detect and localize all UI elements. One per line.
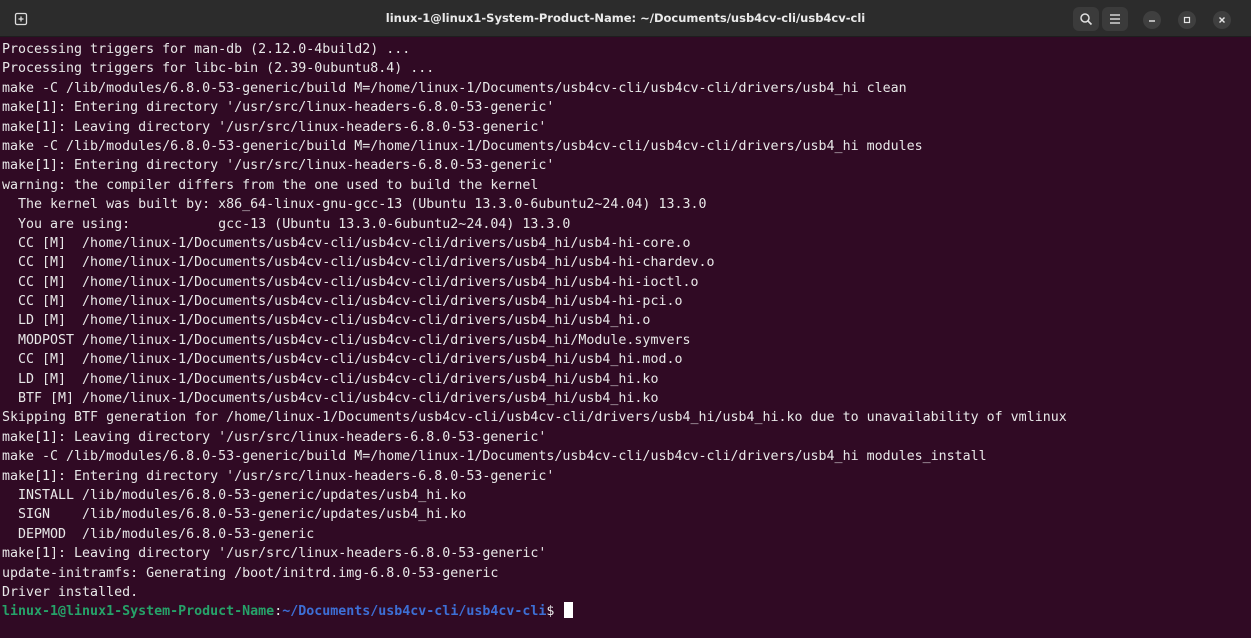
output-line: make[1]: Entering directory '/usr/src/li… [2,158,555,174]
output-line: You are using: gcc-13 (Ubuntu 13.3.0-6ub… [2,216,571,232]
output-line: make -C /lib/modules/6.8.0-53-generic/bu… [2,449,987,465]
output-line: make[1]: Leaving directory '/usr/src/lin… [2,546,547,562]
output-line: DEPMOD /lib/modules/6.8.0-53-generic [2,526,315,542]
output-line: CC [M] /home/linux-1/Documents/usb4cv-cl… [2,294,683,310]
output-line: update-initramfs: Generating /boot/initr… [2,565,499,581]
minimize-icon [1147,15,1157,25]
output-line: SIGN /lib/modules/6.8.0-53-generic/updat… [2,507,467,523]
output-line: LD [M] /home/linux-1/Documents/usb4cv-cl… [2,313,651,329]
output-line: make[1]: Leaving directory '/usr/src/lin… [2,119,547,135]
output-line: CC [M] /home/linux-1/Documents/usb4cv-cl… [2,274,699,290]
output-line: CC [M] /home/linux-1/Documents/usb4cv-cl… [2,235,691,251]
title-bar[interactable]: linux-1@linux1-System-Product-Name: ~/Do… [0,0,1251,37]
text-cursor[interactable] [564,602,574,619]
hamburger-menu-icon [1108,13,1122,25]
maximize-icon [1182,15,1192,25]
output-line: INSTALL /lib/modules/6.8.0-53-generic/up… [2,487,467,503]
output-line: BTF [M] /home/linux-1/Documents/usb4cv-c… [2,391,659,407]
output-line: make[1]: Entering directory '/usr/src/li… [2,100,555,116]
new-tab-button[interactable] [8,7,34,31]
search-button[interactable] [1073,7,1099,31]
output-line: Processing triggers for libc-bin (2.39-0… [2,61,435,77]
output-line: make[1]: Entering directory '/usr/src/li… [2,468,555,484]
output-line: CC [M] /home/linux-1/Documents/usb4cv-cl… [2,352,683,368]
search-icon [1079,12,1093,26]
close-button[interactable] [1213,11,1231,29]
output-line: warning: the compiler differs from the o… [2,177,539,193]
window-title: linux-1@linux1-System-Product-Name: ~/Do… [385,11,866,25]
output-line: Driver installed. [2,584,139,600]
output-line: LD [M] /home/linux-1/Documents/usb4cv-cl… [2,371,659,387]
prompt-colon: : [274,604,283,620]
prompt-symbol: $ [546,604,563,620]
menu-button[interactable] [1102,7,1128,31]
new-tab-icon [14,12,28,26]
output-line: make -C /lib/modules/6.8.0-53-generic/bu… [2,138,923,154]
output-line: MODPOST /home/linux-1/Documents/usb4cv-c… [2,332,691,348]
prompt-user-host: linux-1@linux1-System-Product-Name [2,604,275,620]
output-line: make[1]: Leaving directory '/usr/src/lin… [2,429,547,445]
prompt-path: ~/Documents/usb4cv-cli/usb4cv-cli [282,604,547,620]
output-line: Processing triggers for man-db (2.12.0-4… [2,42,411,57]
terminal-output[interactable]: Processing triggers for man-db (2.12.0-4… [0,37,1251,638]
output-line: CC [M] /home/linux-1/Documents/usb4cv-cl… [2,255,715,271]
minimize-button[interactable] [1143,11,1161,29]
close-icon [1217,15,1227,25]
output-line: Skipping BTF generation for /home/linux-… [2,410,1067,426]
output-line: make -C /lib/modules/6.8.0-53-generic/bu… [2,80,907,96]
maximize-button[interactable] [1178,11,1196,29]
terminal-window: linux-1@linux1-System-Product-Name: ~/Do… [0,0,1251,638]
output-line: The kernel was built by: x86_64-linux-gn… [2,197,707,213]
prompt-line[interactable]: linux-1@linux1-System-Product-Name:~/Doc… [2,602,1251,621]
